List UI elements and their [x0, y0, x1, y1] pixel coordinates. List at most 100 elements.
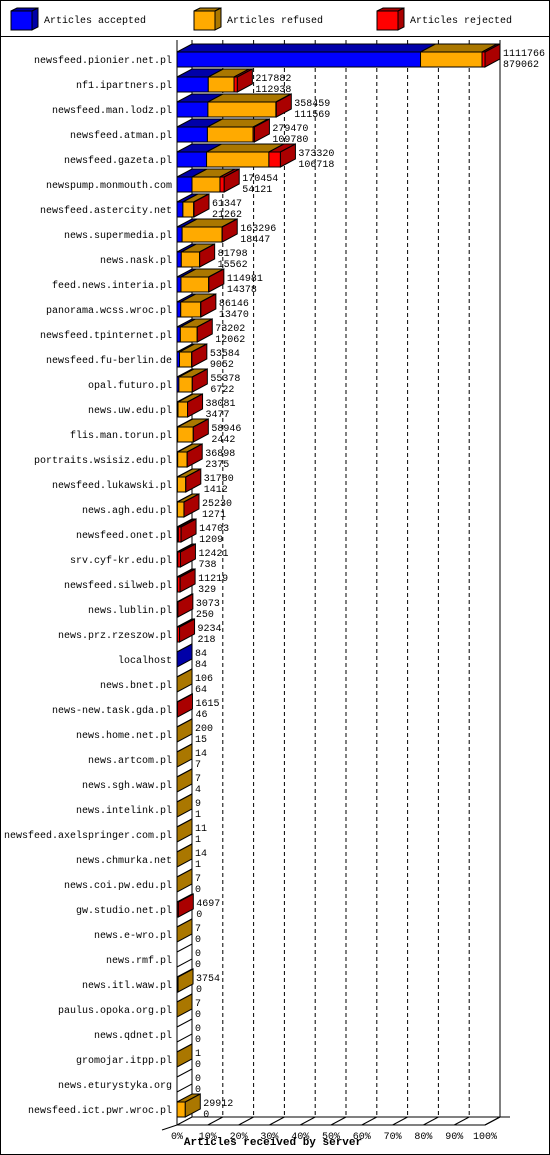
total-value-label: 358459 [294, 99, 330, 110]
bar-row: news.itl.waw.pl 37540 [82, 968, 220, 996]
host-label: newsfeed.atman.pl [70, 130, 172, 142]
accepted-value-label: 1 [195, 860, 201, 871]
bar-segment [178, 376, 193, 393]
bar-segment [176, 51, 422, 68]
bar-row: news.prz.rzeszow.pl 9234218 [58, 618, 222, 646]
bar-side [177, 893, 194, 918]
x-axis-label: Articles received by server [184, 1137, 362, 1149]
total-value-label: 36898 [205, 449, 235, 460]
accepted-value-label: 3477 [206, 410, 230, 421]
accepted-value-label: 15 [195, 735, 207, 746]
host-label: newsfeed.man.lodz.pl [52, 105, 172, 117]
bar-side [176, 1068, 193, 1093]
legend-swatch [10, 10, 33, 31]
host-label: news.artcom.pl [88, 755, 172, 767]
total-value-label: 38081 [206, 399, 236, 410]
host-label: news.nask.pl [100, 255, 172, 267]
accepted-value-label: 0 [196, 910, 202, 921]
bar-row: paulus.opoka.org.pl 70 [58, 993, 201, 1021]
accepted-value-label: 879062 [503, 60, 539, 71]
host-label: newspump.monmouth.com [46, 180, 172, 192]
bar-side [176, 868, 193, 893]
x-tick [299, 1116, 316, 1126]
bar-row: newsfeed.lukawski.pl 317801412 [52, 468, 234, 496]
bar-row: opal.futuro.pl 553786722 [88, 368, 240, 396]
total-value-label: 86146 [219, 299, 249, 310]
bar-segment [176, 276, 182, 293]
total-value-label: 84 [195, 649, 207, 660]
total-value-label: 31780 [204, 474, 234, 485]
bar-segment [176, 226, 183, 243]
accepted-value-label: 2442 [211, 435, 235, 446]
x-tick [361, 1116, 378, 1126]
bar-row: news-new.task.gda.pl 161546 [52, 693, 219, 721]
bar-row: newsfeed.fu-berlin.de 535849052 [46, 343, 240, 371]
bar-segment [181, 226, 223, 243]
host-label: gromojar.itpp.pl [76, 1055, 172, 1067]
accepted-value-label: 54121 [242, 185, 272, 196]
bar-row: newspump.monmouth.com 17045454121 [46, 168, 278, 196]
host-label: newsfeed.onet.pl [76, 530, 172, 542]
accepted-value-label: 329 [198, 585, 216, 596]
bar-row: newsfeed.astercity.net6134721262 [40, 193, 242, 221]
total-value-label: 170454 [242, 174, 278, 185]
bar-row: news.sgh.waw.pl 74 [82, 768, 201, 796]
host-label: news.rmf.pl [106, 955, 172, 967]
host-label: newsfeed.ict.pwr.wroc.pl [28, 1105, 172, 1117]
host-label: newsfeed.tpinternet.pl [40, 330, 172, 342]
legend-swatch-side [31, 7, 39, 31]
host-label: flis.man.torun.pl [70, 430, 172, 442]
bar-side [176, 643, 193, 668]
accepted-value-label: 2375 [205, 460, 229, 471]
bar-segment [207, 76, 235, 93]
bar-segment [176, 151, 208, 168]
host-label: newsfeed.fu-berlin.de [46, 355, 172, 367]
host-label: news.intelink.pl [76, 805, 172, 817]
total-value-label: 1111766 [503, 49, 545, 60]
host-label: gw.studio.net.pl [76, 905, 172, 917]
bar-side [176, 668, 193, 693]
bar-row: localhost 8484 [118, 643, 207, 671]
x-tick [176, 1116, 193, 1126]
bar-row: portraits.wsisiz.edu.pl 368982375 [34, 443, 235, 471]
host-label: newsfeed.axelspringer.com.pl [4, 830, 172, 842]
total-value-label: 7 [195, 874, 201, 885]
bar-segment [268, 151, 281, 168]
bar-row: newsfeed.man.lodz.pl 358459111569 [52, 93, 330, 121]
x-tick-label: 100% [473, 1132, 497, 1143]
bar-side [176, 918, 193, 943]
bar-row: newsfeed.gazeta.pl 373320106718 [64, 143, 334, 171]
accepted-value-label: 1 [195, 835, 201, 846]
bar-row: news.agh.edu.pl 252301271 [82, 493, 232, 521]
host-label: newsfeed.silweb.pl [64, 580, 172, 592]
bar-segment [176, 176, 193, 193]
bar-row: newsfeed.atman.pl279470109780 [70, 118, 308, 146]
accepted-value-label: 1209 [199, 535, 223, 546]
bar-row: news.e-wro.pl 70 [94, 918, 201, 946]
accepted-value-label: 84 [195, 660, 207, 671]
bar-segment [182, 201, 195, 218]
total-value-label: 11219 [198, 574, 228, 585]
host-label: news.e-wro.pl [94, 930, 172, 942]
host-label: news.prz.rzeszow.pl [58, 630, 172, 642]
accepted-value-label: 46 [195, 710, 207, 721]
total-value-label: 7 [195, 774, 201, 785]
bar-segment [176, 476, 187, 493]
bar-row: news.chmurka.net 141 [76, 843, 207, 871]
accepted-value-label: 0 [196, 985, 202, 996]
bar-row: gw.studio.net.pl 46970 [76, 893, 220, 921]
axis-left-tick [161, 1124, 178, 1131]
total-value-label: 7 [195, 924, 201, 935]
accepted-value-label: 250 [196, 610, 214, 621]
total-value-label: 1615 [195, 699, 219, 710]
accepted-value-label: 0 [195, 960, 201, 971]
legend-label: Articles accepted [44, 15, 146, 27]
bars: newsfeed.pionier.net.pl 1111766879062 nf1.… [4, 43, 545, 1121]
bar-row: news.nask.pl8179815562 [100, 243, 248, 271]
total-value-label: 7 [195, 999, 201, 1010]
total-value-label: 4697 [196, 899, 220, 910]
accepted-value-label: 106718 [298, 160, 334, 171]
legend-label: Articles refused [227, 15, 323, 27]
bar-side [176, 743, 193, 768]
bar-row: newsfeed.pionier.net.pl 1111766879062 [34, 43, 545, 71]
